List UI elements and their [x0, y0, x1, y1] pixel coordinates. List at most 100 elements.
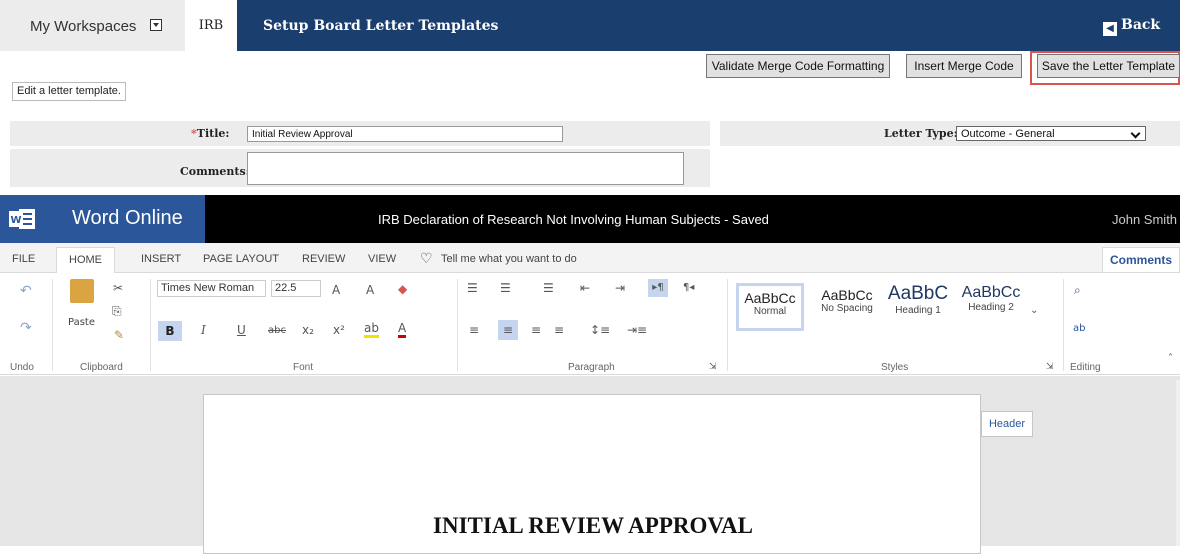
justify-icon[interactable]: ≡ — [554, 323, 564, 337]
style-normal[interactable]: AaBbCc Normal — [736, 283, 804, 331]
document-canvas: INITIAL REVIEW APPROVAL Header — [0, 376, 1180, 554]
find-icon[interactable]: ⌕ — [1074, 283, 1081, 298]
ltr-icon[interactable]: ▸¶ — [648, 279, 668, 297]
style-preview: AaBbCc — [744, 290, 796, 306]
dropdown-icon[interactable] — [150, 19, 162, 31]
separator — [727, 279, 728, 371]
increase-indent-icon[interactable]: ⇥ — [615, 281, 625, 295]
cut-icon[interactable]: ✂ — [113, 281, 123, 295]
word-app-name: Word Online — [72, 207, 183, 229]
style-heading-1[interactable]: AaBbC Heading 1 — [884, 283, 952, 331]
font-color-icon[interactable]: A — [398, 321, 407, 338]
paragraph-launcher-icon[interactable]: ⇲ — [709, 362, 717, 372]
style-preview: AaBbC — [887, 283, 949, 304]
tab-page-layout[interactable]: PAGE LAYOUT — [203, 253, 279, 265]
separator — [1063, 279, 1064, 371]
subscript-icon[interactable]: x₂ — [302, 323, 314, 337]
style-name: Heading 1 — [895, 305, 941, 316]
ribbon-tabs: FILE HOME INSERT PAGE LAYOUT REVIEW VIEW… — [0, 243, 1180, 274]
style-preview: AaBbCc — [961, 284, 1021, 301]
word-brand[interactable]: W Word Online — [0, 195, 205, 243]
style-heading-2[interactable]: AaBbCc Heading 2 — [957, 283, 1025, 331]
paragraph-spacing-icon[interactable]: ⇥≡ — [627, 323, 647, 337]
word-logo-icon: W — [9, 209, 35, 229]
row-blank — [710, 149, 1180, 187]
separator — [457, 279, 458, 371]
format-painter-icon[interactable]: ✎ — [114, 328, 124, 342]
font-name-select[interactable]: Times New Roman — [157, 280, 266, 297]
strikethrough-icon[interactable]: abc — [268, 325, 286, 336]
separator — [150, 279, 151, 371]
bold-icon[interactable]: B — [158, 321, 182, 341]
back-arrow-icon: ◀ — [1103, 22, 1117, 36]
highlight-icon[interactable]: ab — [364, 321, 379, 338]
user-name[interactable]: John Smith — [1112, 212, 1177, 227]
row-gap — [710, 121, 720, 146]
page-title: Setup Board Letter Templates — [263, 18, 499, 34]
editing-group-label: Editing — [1070, 362, 1101, 373]
italic-icon[interactable]: I — [201, 323, 206, 337]
copy-icon[interactable]: ⎘ — [112, 304, 122, 319]
letter-type-label: Letter Type: — [884, 127, 958, 140]
tab-review[interactable]: REVIEW — [302, 253, 345, 265]
chevron-down-icon — [1130, 128, 1141, 139]
align-center-icon[interactable]: ≡ — [498, 320, 518, 340]
irb-tab[interactable]: IRB — [185, 0, 237, 51]
clear-formatting-icon[interactable]: ◆ — [398, 282, 407, 296]
back-button[interactable]: ◀ Back — [1103, 17, 1160, 36]
bullets-icon[interactable]: ☰ — [467, 281, 478, 295]
my-workspaces-tab[interactable]: My Workspaces — [0, 0, 185, 51]
back-label: Back — [1121, 17, 1161, 33]
underline-icon[interactable]: U — [237, 323, 246, 337]
document-title: IRB Declaration of Research Not Involvin… — [378, 212, 769, 227]
title-label: *Title: — [191, 127, 229, 140]
save-letter-template-button[interactable]: Save the Letter Template — [1037, 54, 1180, 78]
insert-merge-code-button[interactable]: Insert Merge Code — [906, 54, 1022, 78]
title-input[interactable]: Initial Review Approval — [247, 126, 563, 142]
styles-more-icon[interactable]: ⌄ — [1030, 305, 1038, 316]
styles-launcher-icon[interactable]: ⇲ — [1046, 362, 1054, 372]
title-label-text: Title: — [196, 127, 230, 140]
page-heading[interactable]: INITIAL REVIEW APPROVAL — [204, 513, 982, 539]
header-button[interactable]: Header — [981, 411, 1033, 437]
undo-icon[interactable]: ↶ — [20, 283, 32, 299]
replace-icon[interactable]: ab — [1073, 323, 1085, 334]
tab-view[interactable]: VIEW — [368, 253, 396, 265]
style-no-spacing[interactable]: AaBbCc No Spacing — [812, 283, 882, 331]
font-group-label: Font — [293, 362, 314, 373]
align-left-icon[interactable]: ≡ — [469, 323, 479, 337]
vertical-scrollbar[interactable] — [1176, 380, 1180, 546]
style-name: No Spacing — [821, 303, 873, 314]
line-spacing-icon[interactable]: ↕≡ — [590, 323, 610, 337]
redo-icon[interactable]: ↷ — [20, 320, 32, 336]
document-page[interactable]: INITIAL REVIEW APPROVAL — [203, 394, 981, 554]
comments-textarea[interactable] — [247, 152, 684, 185]
title-row: *Title: Initial Review Approval Letter T… — [10, 121, 1180, 146]
decrease-indent-icon[interactable]: ⇤ — [580, 281, 590, 295]
font-size-select[interactable]: 22.5 — [271, 280, 321, 297]
my-workspaces-label: My Workspaces — [30, 18, 137, 35]
numbering-icon[interactable]: ☰ — [500, 281, 511, 295]
tab-home[interactable]: HOME — [56, 247, 115, 274]
tell-me-box[interactable]: Tell me what you want to do — [441, 253, 577, 265]
undo-group-label: Undo — [10, 362, 34, 373]
separator — [52, 279, 53, 371]
rtl-icon[interactable]: ¶◂ — [683, 282, 694, 293]
grow-font-icon[interactable]: A — [332, 283, 340, 297]
clipboard-group-label: Clipboard — [80, 362, 123, 373]
superscript-icon[interactable]: x² — [333, 323, 345, 337]
comments-button[interactable]: Comments — [1102, 247, 1180, 273]
top-nav-bar: My Workspaces IRB Setup Board Letter Tem… — [0, 0, 1180, 51]
tab-file[interactable]: FILE — [12, 253, 35, 265]
letter-type-select[interactable]: Outcome - General — [956, 126, 1146, 141]
comments-row: Comments: — [10, 149, 1180, 187]
shrink-font-icon[interactable]: A — [366, 283, 374, 297]
paste-icon[interactable] — [70, 279, 94, 303]
tab-insert[interactable]: INSERT — [141, 253, 181, 265]
collapse-ribbon-icon[interactable]: ˄ — [1168, 353, 1173, 364]
validate-merge-code-button[interactable]: Validate Merge Code Formatting — [706, 54, 890, 78]
paste-label[interactable]: Paste — [68, 317, 95, 328]
multilevel-list-icon[interactable]: ☰ — [543, 281, 554, 295]
align-right-icon[interactable]: ≡ — [531, 323, 541, 337]
edit-hint-box: Edit a letter template. — [12, 82, 126, 101]
